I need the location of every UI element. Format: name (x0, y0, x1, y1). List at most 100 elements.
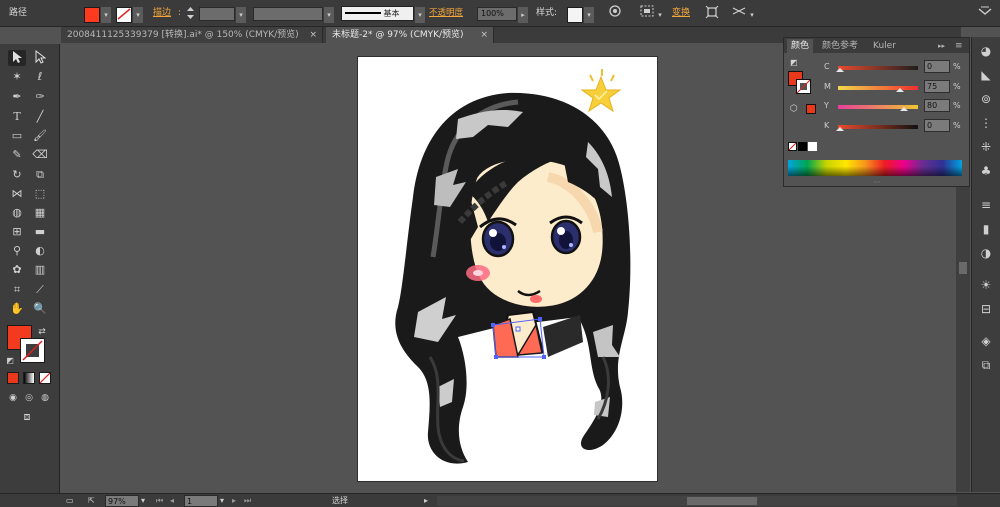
panel-resize-grip-icon[interactable]: ⋯ (869, 179, 885, 186)
swap-fill-stroke-icon[interactable]: ⇄ (36, 324, 48, 340)
free-transform-tool-icon[interactable]: ⬚ (31, 186, 49, 202)
color-spectrum[interactable] (788, 160, 962, 176)
opacity-dropdown[interactable]: ▸ (518, 7, 528, 23)
close-icon[interactable]: × (480, 27, 488, 43)
opacity-field[interactable]: 100% (477, 7, 517, 21)
tab-document-2[interactable]: 未标题-2* @ 97% (CMYK/预览) × (326, 27, 494, 43)
horizontal-scroll-thumb[interactable] (687, 497, 757, 505)
page-field[interactable]: 1 (184, 495, 218, 507)
gradient-tool-icon[interactable]: ▬ (31, 224, 49, 240)
align-dropdown[interactable]: ▾ (655, 7, 665, 23)
draw-inside-icon[interactable]: ◍ (38, 390, 52, 406)
rectangle-tool-icon[interactable]: ▭ (8, 128, 26, 144)
perspective-grid-tool-icon[interactable]: ▦ (31, 205, 49, 221)
transform-link[interactable]: 变换 (672, 5, 690, 21)
variable-width-field[interactable] (253, 7, 323, 21)
stroke-weight-dropdown[interactable]: ▾ (236, 7, 246, 23)
stroke-dropdown[interactable]: ▾ (133, 7, 143, 23)
fill-dropdown[interactable]: ▾ (101, 7, 111, 23)
lasso-tool-icon[interactable]: ℓ (31, 69, 49, 85)
white-swatch[interactable] (808, 142, 817, 151)
last-page-icon[interactable]: ⏭ (244, 495, 251, 507)
stroke-label-link[interactable]: 描边 (153, 5, 171, 21)
stroke-panel-icon[interactable]: ≡ (977, 197, 995, 213)
variable-width-dropdown[interactable]: ▾ (324, 7, 334, 23)
document-icon[interactable]: ▭ (66, 495, 74, 507)
artboard-tool-icon[interactable]: ⌗ (8, 282, 26, 298)
opacity-label-link[interactable]: 不透明度 (429, 5, 463, 21)
screen-mode-icon[interactable]: ⧈ (17, 409, 37, 425)
isolate-dropdown[interactable]: ▾ (747, 7, 757, 23)
appearance-panel-icon[interactable]: ☀ (977, 277, 995, 293)
slice-tool-icon[interactable]: ⟋ (31, 282, 49, 298)
graphic-styles-icon[interactable]: ♣ (977, 163, 995, 179)
color-mode-button[interactable] (7, 372, 19, 384)
panel-menu-icon[interactable] (976, 5, 994, 21)
close-icon[interactable]: × (309, 27, 317, 43)
align-panel-icon[interactable]: ⊟ (977, 301, 995, 317)
status-menu-arrow[interactable]: ▸ (424, 495, 428, 507)
eyedropper-tool-icon[interactable]: ⚲ (8, 243, 26, 259)
next-page-icon[interactable]: ▸ (232, 495, 236, 507)
isolate-object-icon[interactable] (730, 5, 748, 21)
selection-tool-icon[interactable] (8, 50, 26, 66)
zoom-tool-icon[interactable]: 🔍 (31, 301, 49, 317)
graphic-style-swatch[interactable] (567, 7, 583, 23)
align-options-icon[interactable] (638, 5, 656, 21)
artboards-panel-icon[interactable]: ⧉ (977, 357, 995, 373)
width-tool-icon[interactable]: ⋈ (8, 186, 26, 202)
zoom-dropdown[interactable]: ▾ (141, 495, 145, 507)
pen-tool-icon[interactable]: ✒ (8, 89, 26, 105)
horizontal-scrollbar[interactable] (437, 496, 957, 506)
eraser-tool-icon[interactable]: ⌫ (31, 147, 49, 163)
stroke-weight-field[interactable] (199, 7, 235, 21)
gradient-panel-icon[interactable]: ▮ (977, 221, 995, 237)
curvature-tool-icon[interactable]: ✑ (31, 89, 49, 105)
swatches-icon[interactable]: ⊚ (977, 91, 995, 107)
magic-wand-tool-icon[interactable]: ✶ (8, 69, 26, 85)
default-fill-stroke-icon[interactable]: ◩ (4, 353, 16, 369)
prev-page-icon[interactable]: ◂ (170, 495, 174, 507)
fill-swatch[interactable] (84, 7, 100, 23)
color-panel-icon[interactable]: ◕ (977, 43, 995, 59)
black-swatch[interactable] (798, 142, 807, 151)
zoom-field[interactable]: 97% (105, 495, 139, 507)
tab-document-1[interactable]: 2008411125339379 [转换].ai* @ 150% (CMYK/预… (61, 27, 323, 43)
vertical-scroll-thumb[interactable] (959, 262, 967, 274)
brush-dropdown[interactable]: ▾ (415, 7, 425, 23)
gradient-mode-button[interactable] (23, 372, 35, 384)
none-swatch[interactable] (788, 142, 797, 151)
column-graph-tool-icon[interactable]: ▥ (31, 262, 49, 278)
blend-tool-icon[interactable]: ◐ (31, 243, 49, 259)
draw-behind-icon[interactable]: ◎ (22, 390, 36, 406)
page-dropdown[interactable]: ▾ (220, 495, 224, 507)
symbols-icon[interactable]: ⁜ (977, 139, 995, 155)
color-guide-icon[interactable]: ◣ (977, 67, 995, 83)
brush-definition-field[interactable]: 基本 (341, 6, 414, 21)
shape-builder-tool-icon[interactable]: ◍ (8, 205, 26, 221)
first-page-icon[interactable]: ⏮ (156, 495, 163, 507)
rotate-tool-icon[interactable]: ↻ (8, 167, 26, 183)
line-segment-tool-icon[interactable]: ╱ (31, 109, 49, 125)
none-mode-button[interactable] (39, 372, 51, 384)
graphic-style-dropdown[interactable]: ▾ (584, 7, 594, 23)
pencil-tool-icon[interactable]: ✎ (8, 147, 26, 163)
artboard[interactable] (357, 56, 658, 482)
direct-selection-tool-icon[interactable] (31, 49, 49, 66)
scale-tool-icon[interactable]: ⧉ (31, 167, 49, 183)
layers-panel-icon[interactable]: ◈ (977, 333, 995, 349)
stroke-weight-stepper-icon[interactable] (186, 6, 196, 22)
type-tool-icon[interactable]: T (8, 109, 26, 125)
transparency-panel-icon[interactable]: ◑ (977, 245, 995, 261)
mesh-tool-icon[interactable]: ⊞ (8, 224, 26, 240)
recolor-artwork-icon[interactable] (606, 5, 624, 21)
draw-normal-icon[interactable]: ◉ (6, 390, 20, 406)
brushes-icon[interactable]: ⋮ (977, 115, 995, 131)
export-icon[interactable]: ⇱ (88, 495, 95, 507)
symbol-sprayer-tool-icon[interactable]: ✿ (8, 262, 26, 278)
hand-tool-icon[interactable]: ✋ (8, 301, 26, 317)
stroke-none-swatch[interactable] (116, 7, 132, 23)
paintbrush-tool-icon[interactable]: 🖌 (31, 128, 49, 144)
stroke-color-swatch[interactable] (20, 338, 45, 363)
transform-bounds-icon[interactable] (703, 5, 721, 21)
